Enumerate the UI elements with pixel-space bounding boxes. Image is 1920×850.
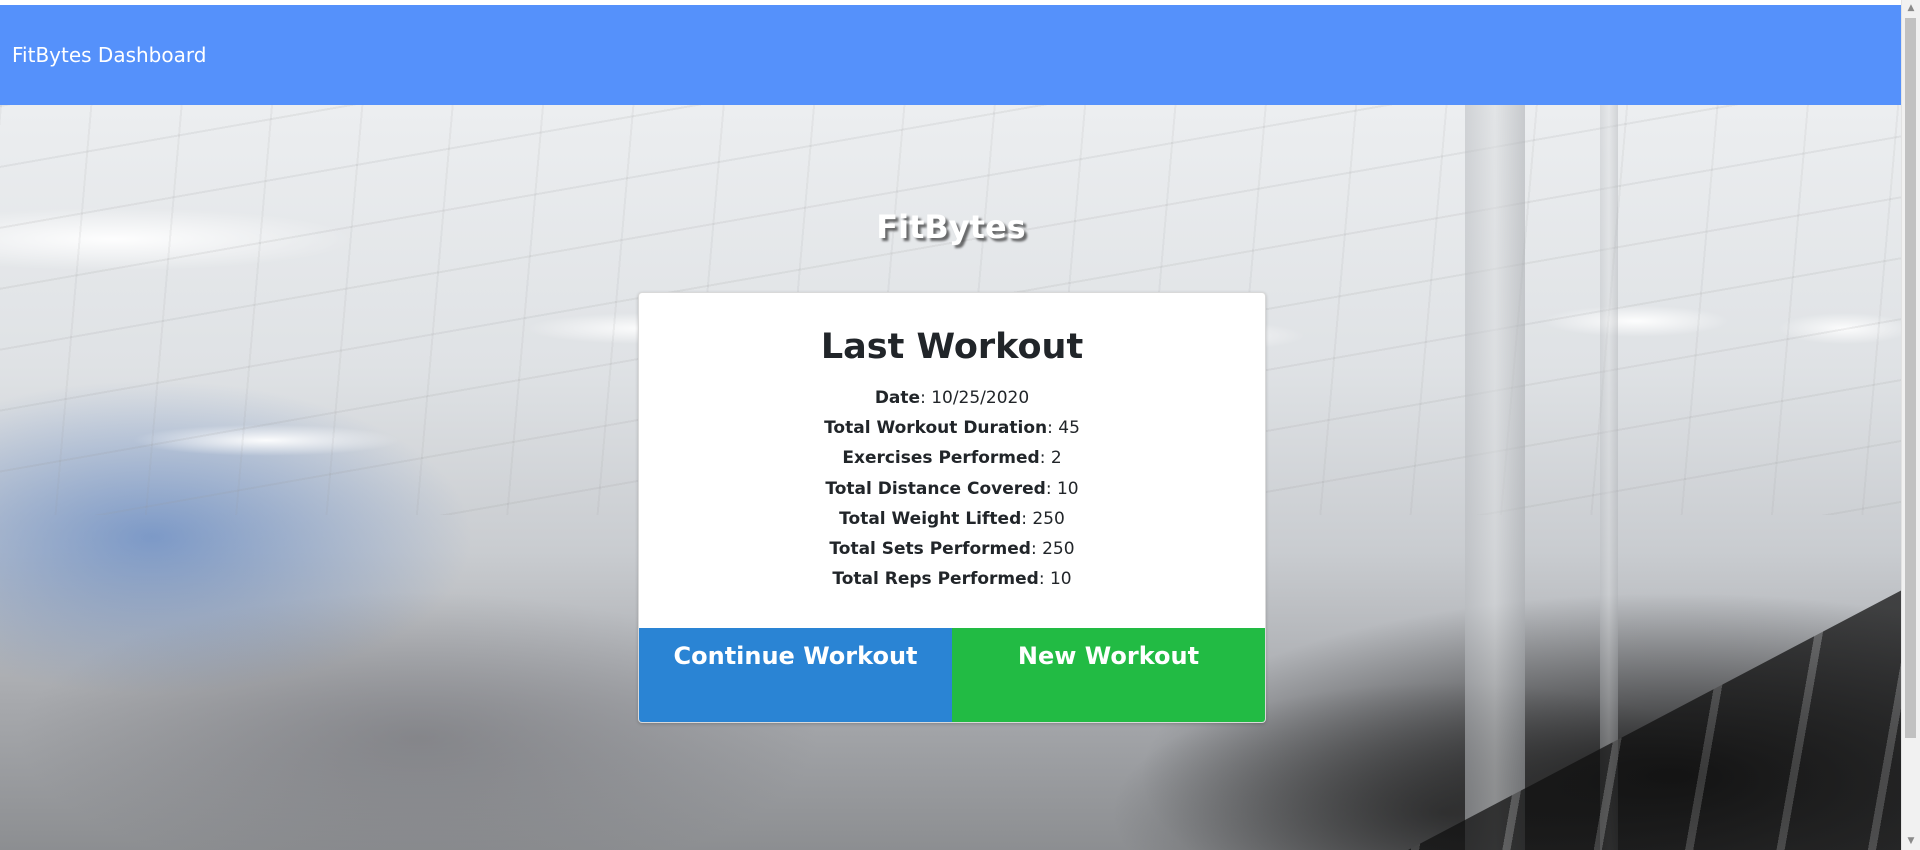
navbar: FitBytes Dashboard <box>0 5 1902 105</box>
stat-value: : 2 <box>1039 448 1062 469</box>
stat-row-sets: Total Sets Performed: 250 <box>639 534 1265 564</box>
stat-row-reps: Total Reps Performed: 10 <box>639 564 1265 594</box>
stat-value: : 10/25/2020 <box>920 388 1030 408</box>
stat-row-exercises: Exercises Performed: 2 <box>639 443 1265 473</box>
page-scrollbar[interactable]: ▲ ▼ <box>1901 0 1920 850</box>
stat-label: Total Reps Performed <box>832 569 1039 590</box>
stat-label: Total Sets Performed <box>829 539 1031 560</box>
stat-value: : 45 <box>1047 418 1080 439</box>
stat-label: Total Workout Duration <box>824 418 1048 439</box>
navbar-brand-link[interactable]: FitBytes Dashboard <box>12 43 206 67</box>
stat-value: : 250 <box>1030 539 1075 560</box>
stat-label: Exercises Performed <box>842 448 1040 469</box>
triangle-down-icon[interactable]: ▼ <box>1902 833 1920 850</box>
scrollbar-thumb[interactable] <box>1905 18 1916 738</box>
stat-row-distance: Total Distance Covered: 10 <box>639 474 1265 504</box>
hero-section: FitBytes Last Workout Date: 10/25/2020 T… <box>0 105 1902 850</box>
stat-label: Total Distance Covered <box>825 478 1046 499</box>
stat-label: Date <box>874 388 921 408</box>
card-button-group: Continue Workout New Workout <box>639 628 1265 722</box>
workout-stats-list: Date: 10/25/2020 Total Workout Duration:… <box>639 383 1265 594</box>
triangle-up-icon[interactable]: ▲ <box>1902 0 1920 17</box>
stat-row-date: Date: 10/25/2020 <box>639 383 1265 413</box>
card-title: Last Workout <box>820 327 1084 367</box>
new-workout-button[interactable]: New Workout <box>952 628 1265 722</box>
stat-row-weight: Total Weight Lifted: 250 <box>639 504 1265 534</box>
stat-value: : 250 <box>1021 508 1065 529</box>
continue-workout-button[interactable]: Continue Workout <box>639 628 952 722</box>
hero-title: FitBytes <box>876 208 1026 246</box>
last-workout-card: Last Workout Date: 10/25/2020 Total Work… <box>638 292 1266 723</box>
stat-row-duration: Total Workout Duration: 45 <box>639 413 1265 443</box>
stat-value: : 10 <box>1045 478 1079 499</box>
page: FitBytes Dashboard FitBytes Last Workout… <box>0 0 1920 850</box>
stat-value: : 10 <box>1038 569 1072 590</box>
stat-label: Total Weight Lifted <box>839 508 1022 529</box>
